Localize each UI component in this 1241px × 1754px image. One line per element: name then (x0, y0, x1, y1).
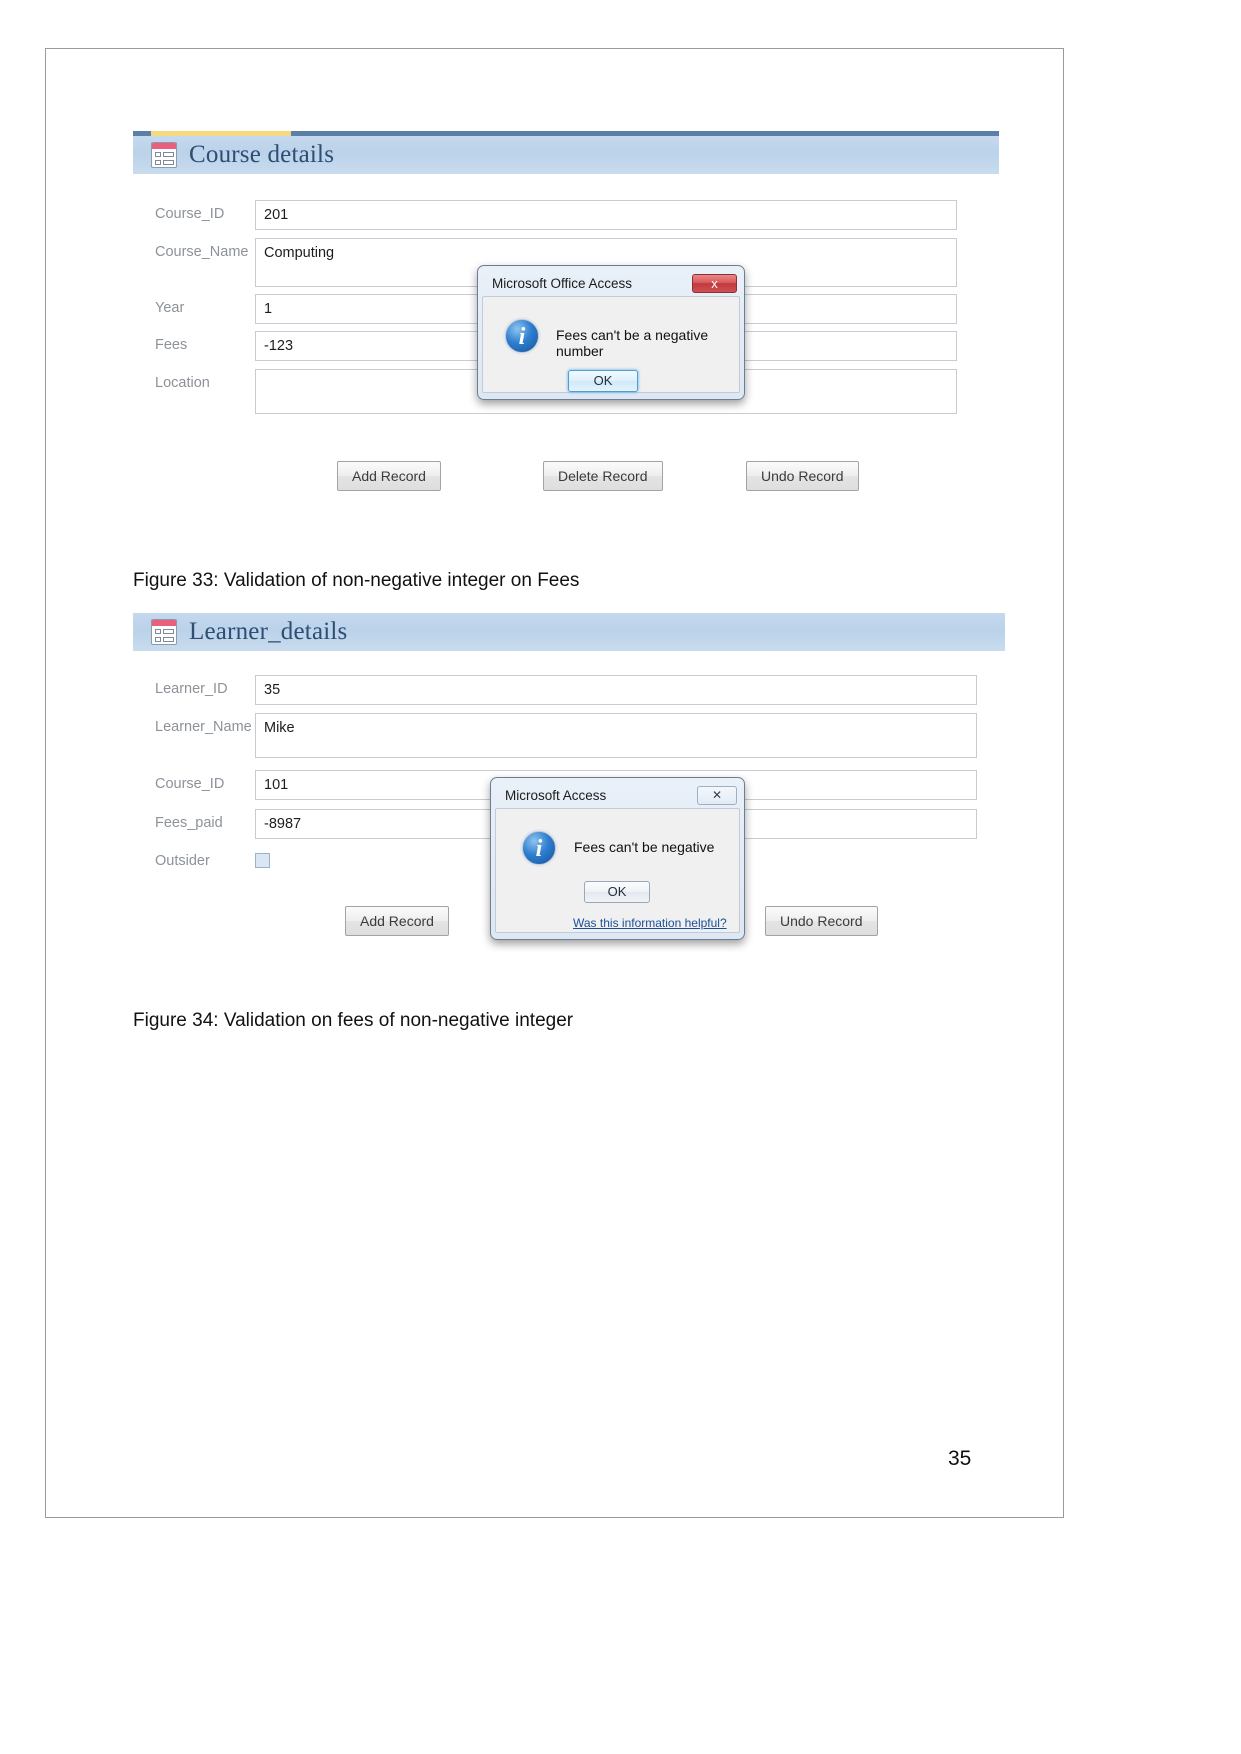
label-course-name: Course_Name (155, 244, 249, 260)
figure-34-caption: Figure 34: Validation on fees of non-neg… (133, 1010, 574, 1031)
label-learner-name: Learner_Name (155, 719, 252, 735)
dialog-body: Fees can't be negative OK Was this infor… (495, 808, 740, 933)
input-learner-id[interactable]: 35 (255, 675, 977, 705)
label-year: Year (155, 300, 185, 316)
field-row-learner-name: Learner_Name Mike (133, 713, 1005, 758)
document-page: Course details Course_ID 201 Course_Name… (0, 0, 1241, 1754)
delete-record-button[interactable]: Delete Record (543, 461, 663, 491)
close-icon[interactable]: ✕ (697, 785, 737, 805)
add-record-button[interactable]: Add Record (345, 906, 449, 936)
learner-form-header: Learner_details (133, 613, 1005, 651)
add-record-button[interactable]: Add Record (337, 461, 441, 491)
undo-record-button[interactable]: Undo Record (746, 461, 859, 491)
dialog-titlebar: Microsoft Office Access x (482, 270, 740, 296)
access-error-dialog: Microsoft Access ✕ Fees can't be negativ… (490, 777, 745, 940)
field-row-learner-id: Learner_ID 35 (133, 675, 1005, 705)
learner-form-title: Learner_details (189, 618, 348, 645)
office-access-error-dialog: Microsoft Office Access x Fees can't be … (477, 265, 745, 400)
page-number: 35 (948, 1447, 972, 1470)
dialog-titlebar: Microsoft Access ✕ (495, 782, 740, 808)
dialog-message: Fees can't be negative (574, 839, 715, 855)
input-learner-name[interactable]: Mike (255, 713, 977, 758)
label-course-id: Course_ID (155, 206, 225, 222)
info-icon (505, 319, 539, 353)
course-form-title: Course details (189, 141, 335, 168)
course-form-buttons: Add Record Delete Record Undo Record (133, 461, 999, 493)
course-form-header: Course details (133, 136, 999, 174)
dialog-title: Microsoft Access (505, 787, 607, 803)
label-learner-id: Learner_ID (155, 681, 228, 697)
close-icon[interactable]: x (692, 273, 737, 293)
input-course-id[interactable]: 201 (255, 200, 957, 230)
dialog-ok-button[interactable]: OK (584, 881, 650, 903)
form-view-icon (151, 619, 177, 645)
label-outsider: Outsider (155, 853, 210, 869)
label-course-id: Course_ID (155, 776, 225, 792)
label-fees: Fees (155, 337, 188, 353)
undo-record-button[interactable]: Undo Record (765, 906, 878, 936)
outsider-checkbox[interactable] (255, 853, 270, 868)
label-fees-paid: Fees_paid (155, 815, 223, 831)
field-row-course-id: Course_ID 201 (133, 200, 999, 230)
info-icon (522, 831, 556, 865)
dialog-title: Microsoft Office Access (492, 275, 633, 291)
form-view-icon (151, 142, 177, 168)
dialog-message: Fees can't be a negative number (556, 327, 709, 359)
dialog-ok-button[interactable]: OK (568, 370, 638, 392)
label-location: Location (155, 375, 210, 391)
figure-33-caption: Figure 33: Validation of non-negative in… (133, 570, 580, 591)
help-link[interactable]: Was this information helpful? (573, 916, 727, 930)
dialog-body: Fees can't be a negative number OK (482, 296, 740, 393)
